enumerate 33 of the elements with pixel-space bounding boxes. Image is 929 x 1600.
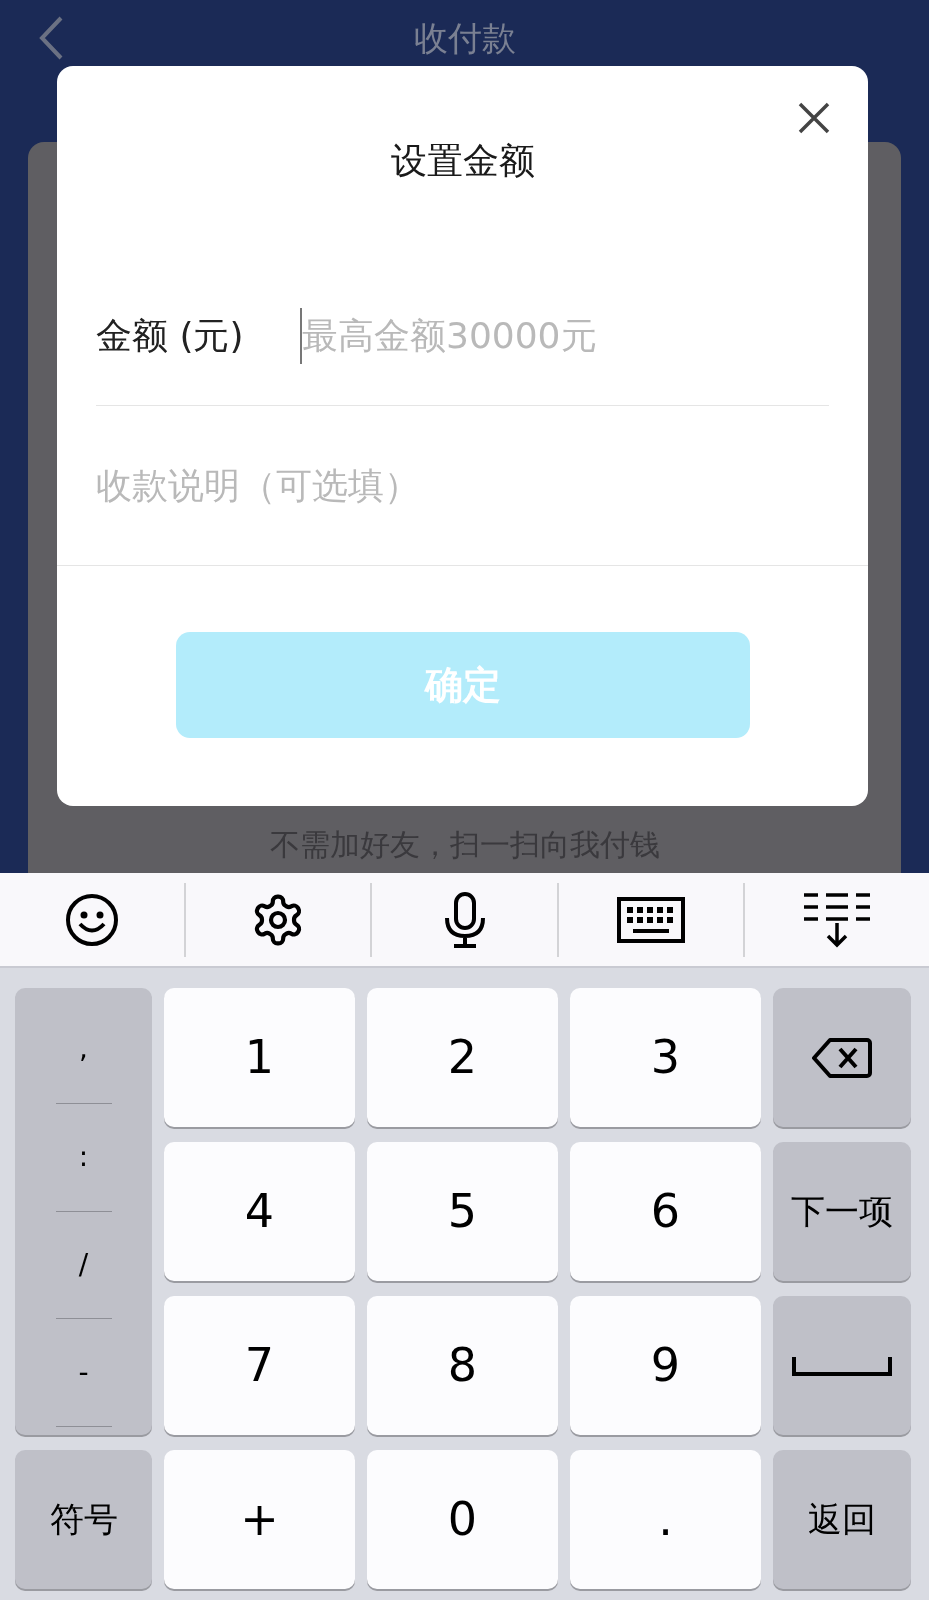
amount-field[interactable]: 最高金额30000元 <box>302 308 829 363</box>
key[interactable]: . <box>570 1450 761 1589</box>
back-icon[interactable] <box>38 15 64 61</box>
key[interactable]: 6 <box>570 1142 761 1281</box>
symbol-key[interactable]: : <box>78 1136 89 1179</box>
symbol-key[interactable]: - <box>78 1351 89 1394</box>
backspace-icon <box>812 1036 872 1079</box>
close-icon[interactable] <box>798 102 830 134</box>
note-field[interactable]: 收款说明（可选填） <box>96 458 829 513</box>
key[interactable]: 9 <box>570 1296 761 1435</box>
key[interactable]: 3 <box>570 988 761 1127</box>
key[interactable]: + <box>164 1450 355 1589</box>
space-key[interactable] <box>773 1296 911 1435</box>
key[interactable]: 4 <box>164 1142 355 1281</box>
key[interactable]: 1 <box>164 988 355 1127</box>
key[interactable]: 2 <box>367 988 558 1127</box>
dialog-title: 设置金额 <box>390 139 535 183</box>
keyboard-icon[interactable] <box>616 896 685 943</box>
symbol-key[interactable]: , <box>79 1028 88 1071</box>
emoji-icon[interactable] <box>65 892 120 947</box>
key[interactable]: 符号 <box>15 1450 152 1589</box>
key[interactable]: 0 <box>367 1450 558 1589</box>
key[interactable]: 7 <box>164 1296 355 1435</box>
symbol-key[interactable]: / <box>78 1243 89 1286</box>
page-title: 收付款 <box>412 18 517 58</box>
key[interactable]: 8 <box>367 1296 558 1435</box>
key[interactable]: 下一项 <box>773 1142 911 1281</box>
space-icon <box>792 1354 892 1377</box>
hide-keyboard-icon[interactable] <box>801 890 872 949</box>
amount-label: 金额 (元) <box>96 313 245 358</box>
key[interactable]: 5 <box>367 1142 558 1281</box>
backspace-key[interactable] <box>773 988 911 1127</box>
key[interactable]: 返回 <box>773 1450 911 1589</box>
